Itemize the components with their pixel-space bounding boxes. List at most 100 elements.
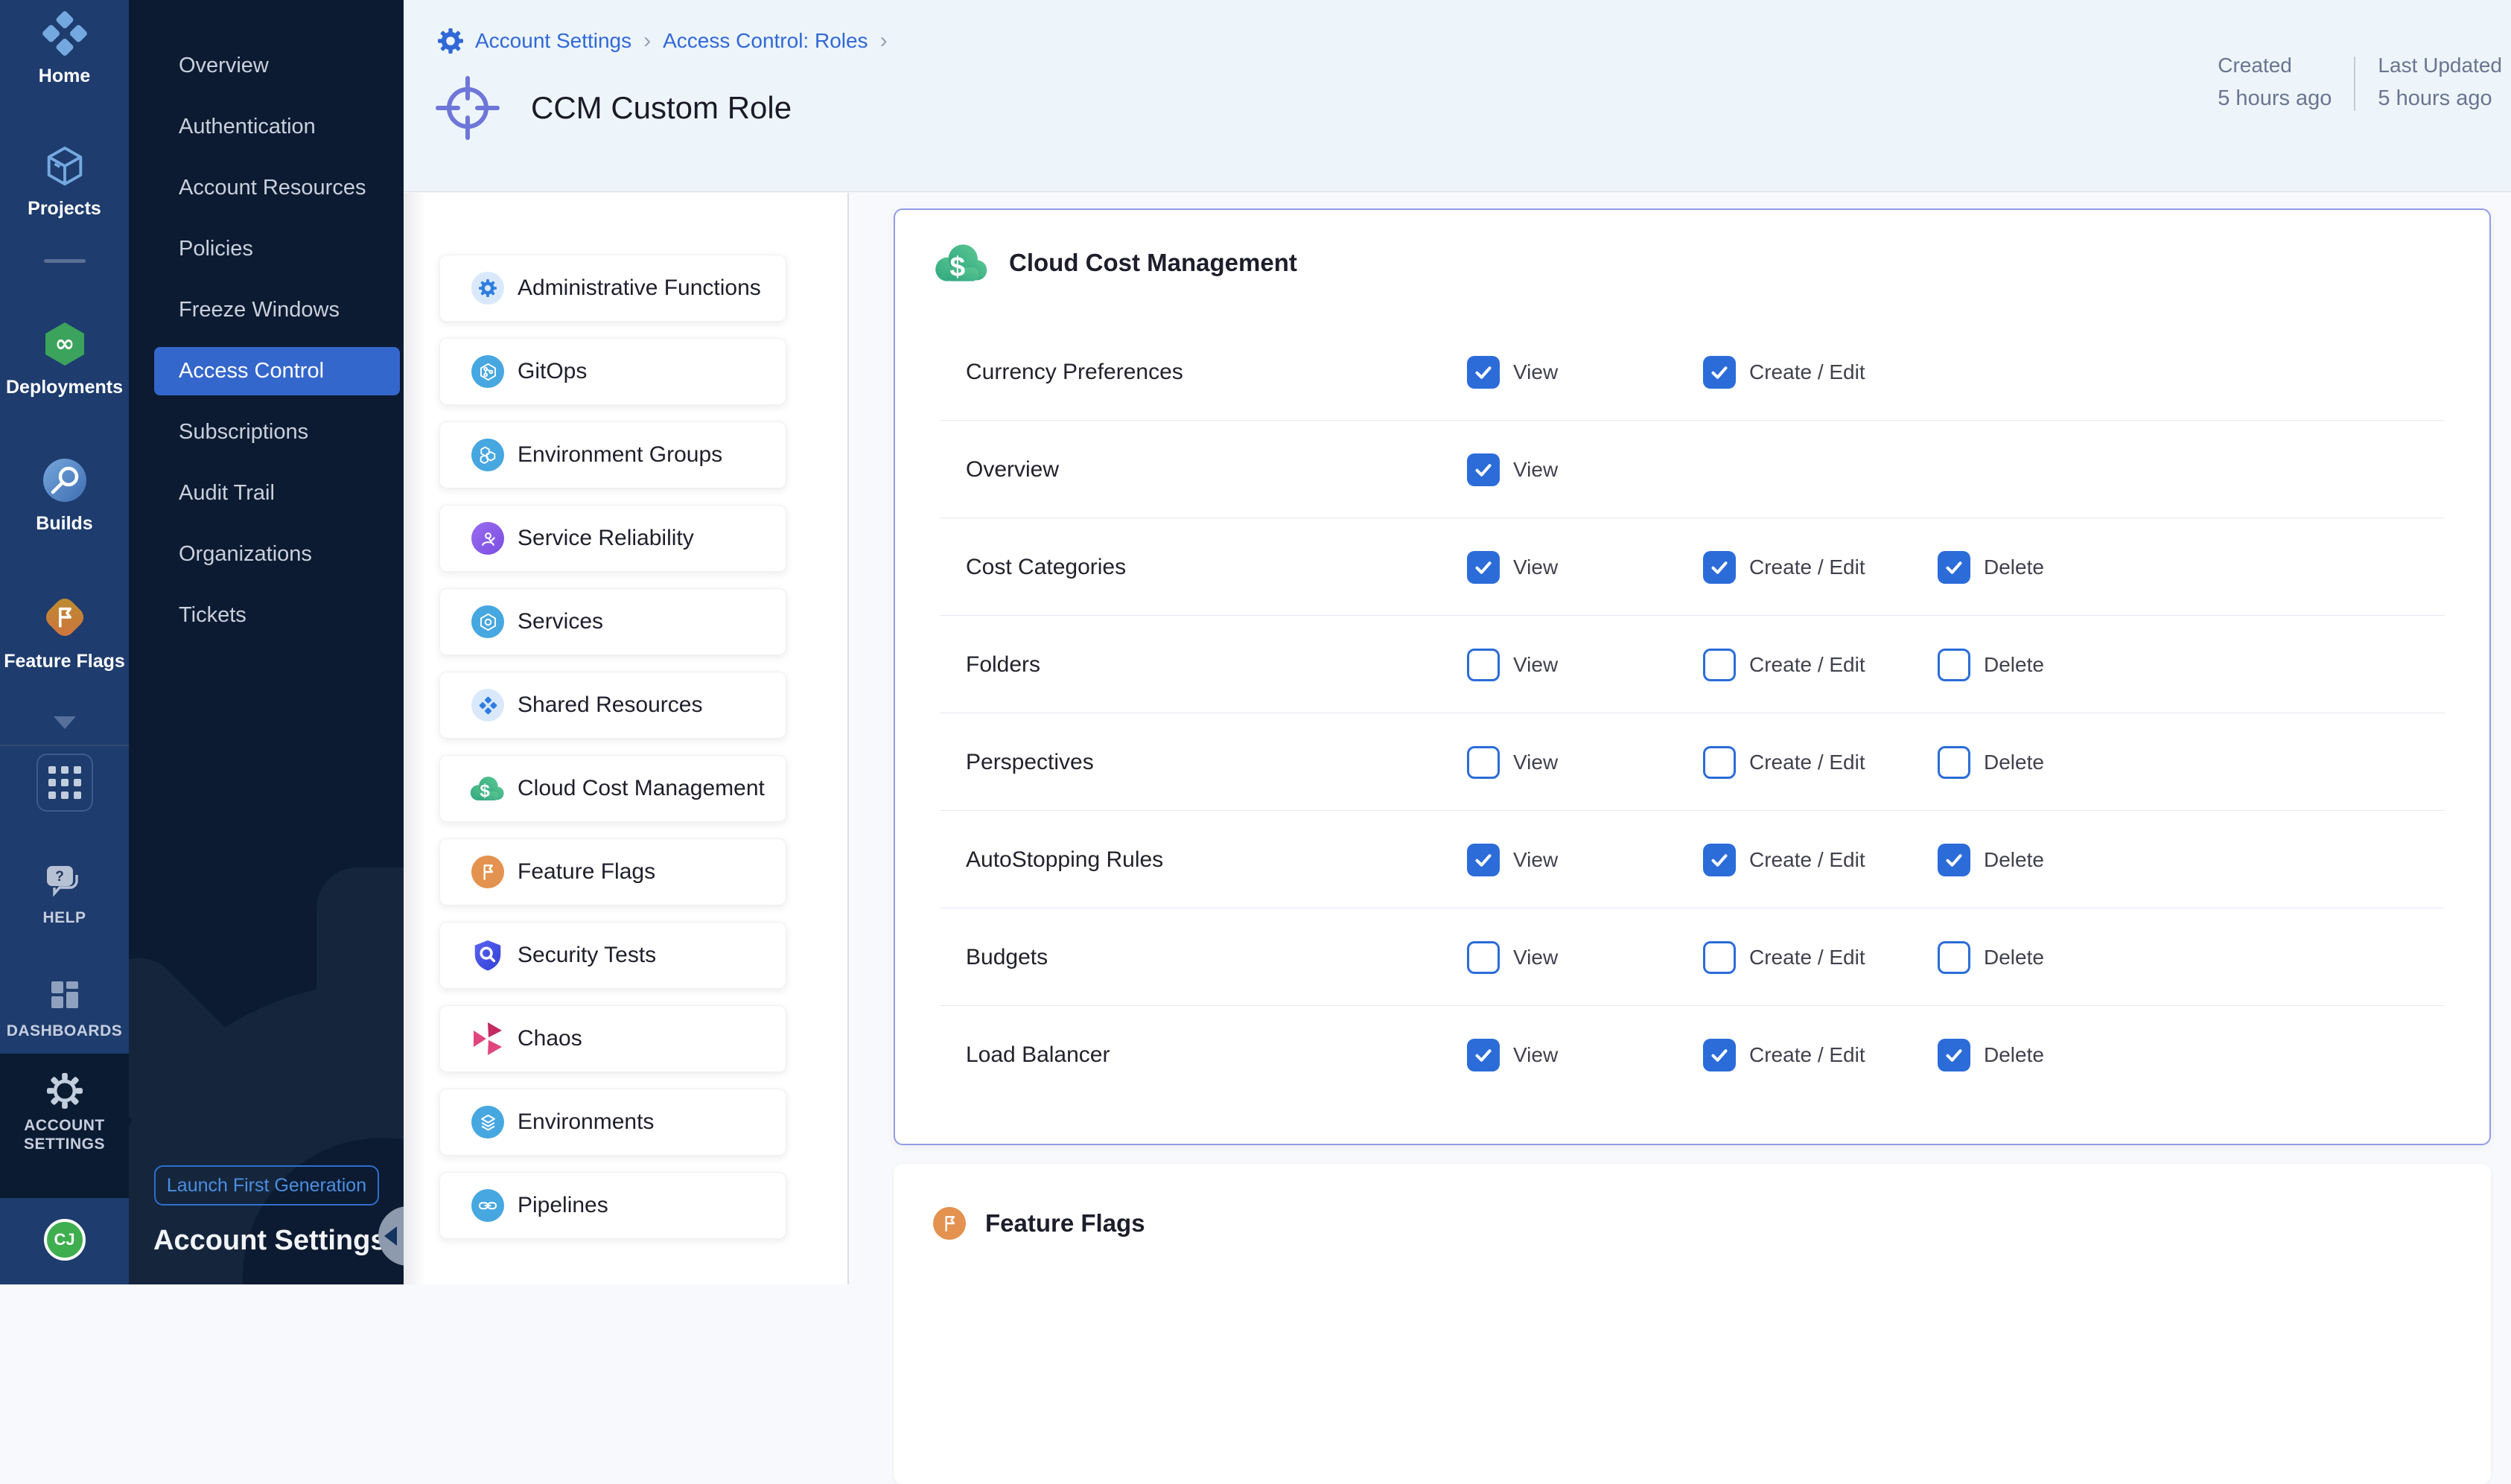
feature-flags-icon bbox=[470, 854, 506, 890]
meta-divider bbox=[2354, 57, 2355, 111]
category-label: Environments bbox=[518, 1109, 654, 1135]
gear-icon bbox=[438, 28, 463, 54]
breadcrumb-link-access-control-roles[interactable]: Access Control: Roles bbox=[663, 29, 868, 53]
rail-item-label: Builds bbox=[36, 513, 92, 535]
view-permission: View bbox=[1467, 1039, 1558, 1071]
rail-item-dashboards[interactable]: DASHBOARDS bbox=[0, 977, 129, 1040]
sidebar-item-account-resources[interactable]: Account Resources bbox=[154, 164, 400, 212]
sidebar-item-organizations[interactable]: Organizations bbox=[154, 530, 400, 579]
category-item-administrative-functions[interactable]: Administrative Functions bbox=[439, 255, 786, 322]
rail-item-label: Home bbox=[39, 66, 90, 87]
home-icon bbox=[42, 10, 88, 57]
category-item-services[interactable]: Services bbox=[439, 588, 786, 655]
view-permission: View bbox=[1467, 356, 1558, 389]
rail-item-account-settings[interactable]: ACCOUNT SETTINGS bbox=[0, 1054, 129, 1198]
checkbox-label: Create / Edit bbox=[1749, 653, 1865, 677]
view-checkbox[interactable] bbox=[1467, 551, 1500, 584]
view-checkbox[interactable] bbox=[1467, 1039, 1500, 1071]
rail-item-builds[interactable]: Builds bbox=[0, 456, 129, 535]
avatar[interactable]: CJ bbox=[44, 1219, 86, 1261]
sidebar-item-access-control[interactable]: Access Control bbox=[154, 347, 400, 395]
rail-item-projects[interactable]: Projects bbox=[0, 143, 129, 220]
delete-checkbox[interactable] bbox=[1938, 844, 1970, 876]
checkbox-label: Delete bbox=[1984, 946, 2044, 969]
view-checkbox[interactable] bbox=[1467, 746, 1500, 779]
environment-groups-icon bbox=[470, 437, 506, 473]
delete-checkbox[interactable] bbox=[1938, 649, 1970, 681]
sidebar-item-tickets[interactable]: Tickets bbox=[154, 591, 400, 640]
cloud-cost-management-card: $ Cloud Cost Management Currency Prefere… bbox=[894, 208, 2491, 1145]
gitops-icon bbox=[470, 354, 506, 389]
rail-item-home[interactable]: Home bbox=[0, 10, 129, 87]
category-item-environment-groups[interactable]: Environment Groups bbox=[439, 421, 786, 488]
meta-value: 5 hours ago bbox=[2218, 86, 2332, 111]
category-item-feature-flags[interactable]: Feature Flags bbox=[439, 838, 786, 905]
checkbox-label: View bbox=[1513, 360, 1558, 384]
checkbox-label: Delete bbox=[1984, 848, 2044, 872]
module-picker-button[interactable] bbox=[0, 754, 129, 812]
category-item-chaos[interactable]: Chaos bbox=[439, 1005, 786, 1072]
delete-checkbox[interactable] bbox=[1938, 746, 1970, 779]
permission-row-label: Perspectives bbox=[966, 750, 1094, 775]
resource-category-list: Administrative Functions GitOps Environm… bbox=[439, 255, 786, 1239]
checkbox-label: Create / Edit bbox=[1749, 751, 1865, 774]
category-item-security-tests[interactable]: Security Tests bbox=[439, 922, 786, 989]
view-checkbox[interactable] bbox=[1467, 844, 1500, 876]
category-item-environments[interactable]: Environments bbox=[439, 1089, 786, 1156]
card-header: $ Cloud Cost Management bbox=[935, 240, 1297, 286]
resource-category-panel: Administrative Functions GitOps Environm… bbox=[404, 193, 849, 1284]
category-label: Environment Groups bbox=[518, 442, 722, 468]
category-label: Pipelines bbox=[518, 1193, 608, 1218]
projects-icon bbox=[42, 143, 88, 189]
rail-item-feature-flags[interactable]: Feature Flags bbox=[0, 593, 129, 672]
sidebar-item-subscriptions[interactable]: Subscriptions bbox=[154, 408, 400, 456]
rail-item-help[interactable]: ? HELP bbox=[0, 864, 129, 927]
content: Administrative Functions GitOps Environm… bbox=[404, 193, 2511, 1284]
create-edit-checkbox[interactable] bbox=[1703, 746, 1736, 779]
view-checkbox[interactable] bbox=[1467, 941, 1500, 974]
sidebar-item-policies[interactable]: Policies bbox=[154, 225, 400, 273]
category-item-shared-resources[interactable]: Shared Resources bbox=[439, 672, 786, 739]
sidebar-item-audit-trail[interactable]: Audit Trail bbox=[154, 469, 400, 518]
rail-item-deployments[interactable]: ∞ Deployments bbox=[0, 320, 129, 398]
category-item-pipelines[interactable]: Pipelines bbox=[439, 1172, 786, 1239]
create-edit-permission: Create / Edit bbox=[1703, 746, 1865, 779]
rail-more-modules[interactable] bbox=[0, 716, 129, 729]
delete-permission: Delete bbox=[1938, 844, 2044, 876]
create-edit-checkbox[interactable] bbox=[1703, 844, 1736, 876]
delete-checkbox[interactable] bbox=[1938, 551, 1970, 584]
create-edit-permission: Create / Edit bbox=[1703, 551, 1865, 584]
checkbox-label: Delete bbox=[1984, 653, 2044, 677]
create-edit-checkbox[interactable] bbox=[1703, 1039, 1736, 1071]
delete-checkbox[interactable] bbox=[1938, 1039, 1970, 1071]
category-label: Service Reliability bbox=[518, 526, 694, 551]
sidebar-collapse-button[interactable] bbox=[378, 1206, 404, 1266]
user-menu[interactable]: CJ bbox=[0, 1219, 129, 1261]
view-checkbox[interactable] bbox=[1467, 649, 1500, 681]
create-edit-checkbox[interactable] bbox=[1703, 649, 1736, 681]
category-item-service-reliability[interactable]: Service Reliability bbox=[439, 505, 786, 572]
create-edit-checkbox[interactable] bbox=[1703, 551, 1736, 584]
view-checkbox[interactable] bbox=[1467, 356, 1500, 389]
launch-first-generation-button[interactable]: Launch First Generation bbox=[154, 1165, 379, 1206]
checkbox-label: Create / Edit bbox=[1749, 1043, 1865, 1067]
gear-icon bbox=[47, 1073, 83, 1109]
category-item-gitops[interactable]: GitOps bbox=[439, 338, 786, 405]
breadcrumb-link-account-settings[interactable]: Account Settings bbox=[475, 29, 631, 53]
sidebar-item-freeze-windows[interactable]: Freeze Windows bbox=[154, 286, 400, 334]
delete-checkbox[interactable] bbox=[1938, 941, 1970, 974]
create-edit-checkbox[interactable] bbox=[1703, 356, 1736, 389]
sidebar-item-overview[interactable]: Overview bbox=[154, 42, 400, 90]
meta-value: 5 hours ago bbox=[2378, 86, 2502, 111]
sidebar-item-authentication[interactable]: Authentication bbox=[154, 103, 400, 151]
create-edit-checkbox[interactable] bbox=[1703, 941, 1736, 974]
checkbox-label: Create / Edit bbox=[1749, 555, 1865, 579]
permissions-area: $ Cloud Cost Management Currency Prefere… bbox=[849, 193, 2511, 1284]
category-label: Shared Resources bbox=[518, 692, 702, 718]
view-checkbox[interactable] bbox=[1467, 453, 1500, 486]
title-row: CCM Custom Role bbox=[436, 76, 792, 140]
permission-row-folders: FoldersViewCreate / EditDelete bbox=[895, 616, 2489, 713]
feature-flags-module-icon bbox=[40, 593, 89, 642]
category-item-cloud-cost-management[interactable]: $Cloud Cost Management bbox=[439, 755, 786, 822]
permission-rows: Currency PreferencesViewCreate / EditOve… bbox=[895, 323, 2489, 1104]
